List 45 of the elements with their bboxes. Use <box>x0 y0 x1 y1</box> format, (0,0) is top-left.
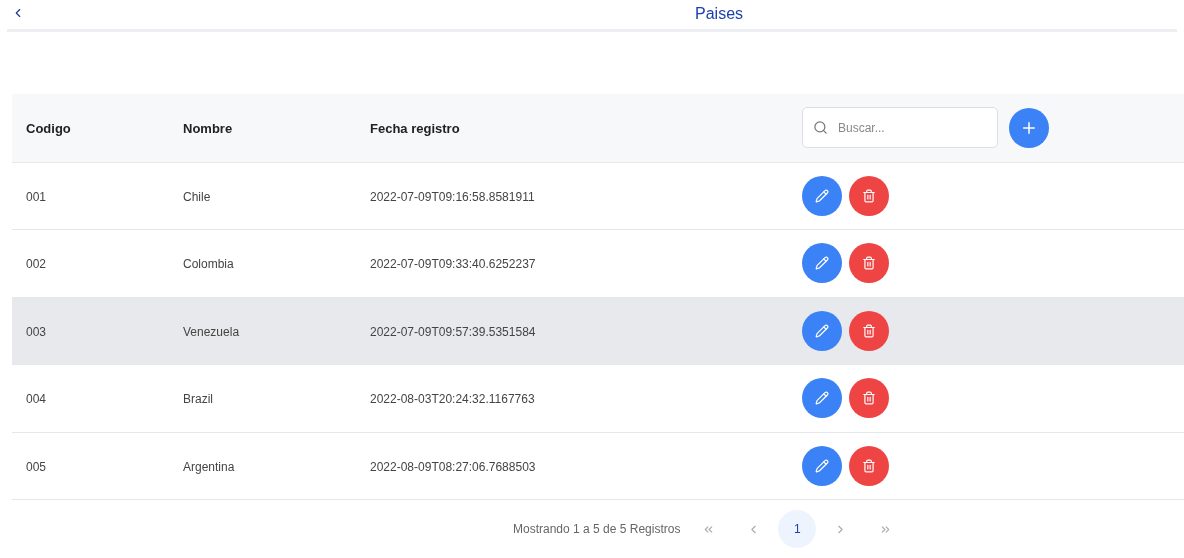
trash-icon <box>862 458 876 473</box>
delete-button[interactable] <box>849 310 889 351</box>
trash-icon <box>862 391 876 406</box>
edit-button[interactable] <box>802 175 842 216</box>
table-cell: 2022-07-09T09:33:40.6252237 <box>370 257 536 272</box>
page-button[interactable]: 1 <box>778 510 817 548</box>
table-cell: Venezuela <box>183 324 240 339</box>
table-cell: Brazil <box>183 392 213 407</box>
search-field[interactable]: Buscar... <box>802 107 998 148</box>
add-button[interactable] <box>1009 107 1049 148</box>
pencil-icon <box>815 458 829 473</box>
edit-button[interactable] <box>802 378 842 419</box>
table-cell: 004 <box>26 392 47 407</box>
table-cell: 001 <box>26 189 47 204</box>
pencil-icon <box>815 391 829 406</box>
pencil-icon <box>815 323 829 338</box>
records-summary: Mostrando 1 a 5 de 5 Registros <box>513 521 681 538</box>
delete-button[interactable] <box>849 175 889 216</box>
delete-button[interactable] <box>849 378 889 419</box>
edit-button[interactable] <box>802 310 842 351</box>
table-cell: 002 <box>26 257 47 272</box>
delete-button[interactable] <box>849 445 889 486</box>
trash-icon <box>862 188 876 203</box>
search-icon <box>813 120 828 135</box>
edit-button[interactable] <box>802 243 842 284</box>
column-header: Codigo <box>26 120 71 136</box>
table-cell: 2022-08-09T08:27:06.7688503 <box>370 459 536 474</box>
table-cell: Colombia <box>183 257 234 272</box>
page-title: Paises <box>695 4 744 25</box>
edit-button[interactable] <box>802 445 842 486</box>
table-cell: 2022-07-09T09:57:39.5351584 <box>370 324 536 339</box>
trash-icon <box>862 256 876 271</box>
table-cell: 005 <box>26 459 47 474</box>
column-header: Fecha registro <box>370 120 460 136</box>
table-cell: 2022-07-09T09:16:58.8581911 <box>370 189 535 204</box>
pencil-icon <box>815 188 829 203</box>
table-cell: Argentina <box>183 459 235 474</box>
table-row[interactable]: 003 Venezuela 2022-07-09T09:57:39.5351584 <box>12 297 1184 365</box>
table-cell: 2022-08-03T20:24:32.1167763 <box>370 392 535 407</box>
table-cell: 003 <box>26 324 47 339</box>
table-cell: Chile <box>183 189 211 204</box>
column-header: Nombre <box>183 120 233 136</box>
pencil-icon <box>815 256 829 271</box>
delete-button[interactable] <box>849 243 889 284</box>
trash-icon <box>862 323 876 338</box>
